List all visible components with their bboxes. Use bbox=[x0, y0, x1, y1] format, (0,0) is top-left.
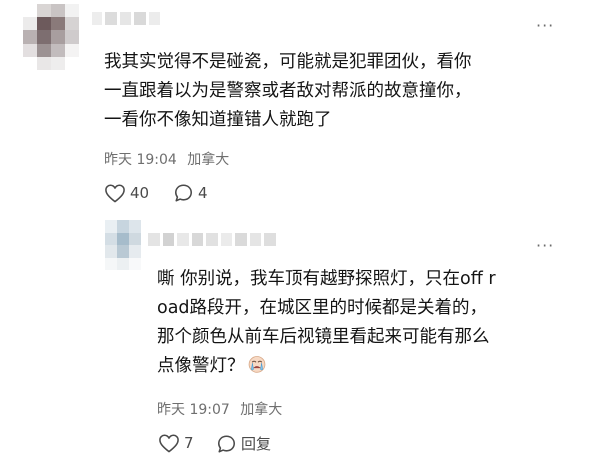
comment-body: 嘶 你别说，我车顶有越野探照灯，只在off r oad路段开，在城区里的时候都是… bbox=[157, 265, 496, 381]
avatar-pixel bbox=[37, 4, 51, 18]
avatar-pixel bbox=[51, 43, 65, 57]
avatar-pixel bbox=[117, 232, 129, 245]
avatar-pixel bbox=[105, 245, 117, 258]
reply-label: 回复 bbox=[241, 435, 272, 453]
avatar-pixel bbox=[37, 43, 51, 57]
timestamp: 昨天 19:07 bbox=[157, 402, 230, 418]
username-pixel bbox=[250, 233, 261, 246]
heart-outline-icon bbox=[159, 434, 179, 453]
username-pixel bbox=[177, 233, 189, 246]
timestamp: 昨天 19:04 bbox=[104, 152, 177, 168]
more-dots-icon: ··· bbox=[536, 236, 555, 255]
reply-count: 4 bbox=[198, 184, 208, 202]
avatar-pixel bbox=[129, 232, 141, 245]
comment-line: 我其实觉得不是碰瓷，可能就是犯罪团伙，看你 bbox=[104, 52, 472, 72]
username-pixel bbox=[148, 233, 160, 246]
speech-bubble-icon bbox=[218, 435, 235, 452]
avatar-pixel bbox=[65, 56, 79, 70]
avatar-pixel bbox=[65, 43, 79, 57]
comment-line: 一直跟着以为是警察或者敌对帮派的故意撞你， bbox=[104, 81, 472, 101]
avatar-pixel bbox=[23, 30, 37, 44]
more-options-button[interactable]: ··· bbox=[536, 18, 554, 34]
avatar-pixel bbox=[23, 17, 37, 31]
heart-outline-icon bbox=[105, 184, 125, 203]
avatar[interactable] bbox=[23, 4, 79, 70]
comment-body: 我其实觉得不是碰瓷，可能就是犯罪团伙，看你 一直跟着以为是警察或者敌对帮派的故意… bbox=[104, 48, 472, 135]
avatar-pixel bbox=[129, 220, 141, 233]
avatar-pixel bbox=[117, 220, 129, 233]
avatar-pixel bbox=[37, 56, 51, 70]
comment-meta: 昨天 19:07 加拿大 bbox=[157, 399, 282, 419]
like-count: 7 bbox=[184, 434, 194, 452]
username-pixel bbox=[105, 12, 117, 25]
location: 加拿大 bbox=[187, 152, 230, 168]
speech-bubble-icon bbox=[175, 184, 192, 202]
avatar-pixel bbox=[129, 257, 141, 270]
avatar-pixel bbox=[23, 43, 37, 57]
username-pixel bbox=[149, 12, 160, 25]
like-button[interactable]: 40 bbox=[104, 183, 149, 203]
avatar-pixel bbox=[105, 232, 117, 245]
avatar[interactable] bbox=[105, 220, 141, 270]
avatar-pixel bbox=[129, 245, 141, 258]
username-pixel bbox=[163, 233, 174, 246]
avatar-pixel bbox=[23, 4, 37, 18]
avatar-pixel bbox=[105, 220, 117, 233]
username-pixel bbox=[264, 233, 276, 246]
avatar-pixel bbox=[37, 30, 51, 44]
like-count: 40 bbox=[130, 184, 150, 202]
avatar-pixel bbox=[37, 17, 51, 31]
username-pixel bbox=[221, 233, 232, 246]
avatar-pixel bbox=[51, 17, 65, 31]
avatar-pixel bbox=[65, 30, 79, 44]
avatar-pixel bbox=[117, 245, 129, 258]
comment-line: 嘶 你别说，我车顶有越野探照灯，只在off r bbox=[157, 269, 496, 289]
username-pixel bbox=[206, 233, 218, 246]
more-options-button[interactable]: ··· bbox=[536, 238, 554, 254]
crying-face-emoji bbox=[248, 356, 265, 373]
avatar-pixel bbox=[51, 4, 65, 18]
more-dots-icon: ··· bbox=[536, 16, 555, 35]
comment-line: 那个颜色从前车后视镜里看起来可能有那么 bbox=[157, 327, 490, 347]
username-pixel bbox=[192, 233, 203, 246]
comment-meta: 昨天 19:04 加拿大 bbox=[104, 149, 229, 169]
avatar-pixel bbox=[51, 30, 65, 44]
avatar-pixel bbox=[65, 4, 79, 18]
comment-line: 点像警灯？ bbox=[157, 356, 245, 376]
comment-line-with-emoji: 点像警灯？ bbox=[157, 352, 496, 381]
like-button[interactable]: 7 bbox=[158, 433, 194, 453]
username-blurred[interactable] bbox=[92, 12, 160, 25]
reply-button[interactable]: 回复 bbox=[216, 433, 271, 454]
avatar-pixel bbox=[51, 56, 65, 70]
comment-line: 一看你不像知道撞错人就跑了 bbox=[104, 110, 332, 130]
username-pixel bbox=[92, 12, 102, 25]
location: 加拿大 bbox=[240, 402, 283, 418]
username-blurred[interactable] bbox=[148, 233, 276, 246]
avatar-pixel bbox=[65, 17, 79, 31]
avatar-pixel bbox=[105, 257, 117, 270]
username-pixel bbox=[235, 233, 247, 246]
avatar-pixel bbox=[117, 257, 129, 270]
username-pixel bbox=[120, 12, 131, 25]
comment-line: oad路段开，在城区里的时候都是关着的， bbox=[157, 298, 488, 318]
username-pixel bbox=[134, 12, 146, 25]
avatar-pixel bbox=[23, 56, 37, 70]
reply-count-button[interactable]: 4 bbox=[173, 183, 208, 203]
